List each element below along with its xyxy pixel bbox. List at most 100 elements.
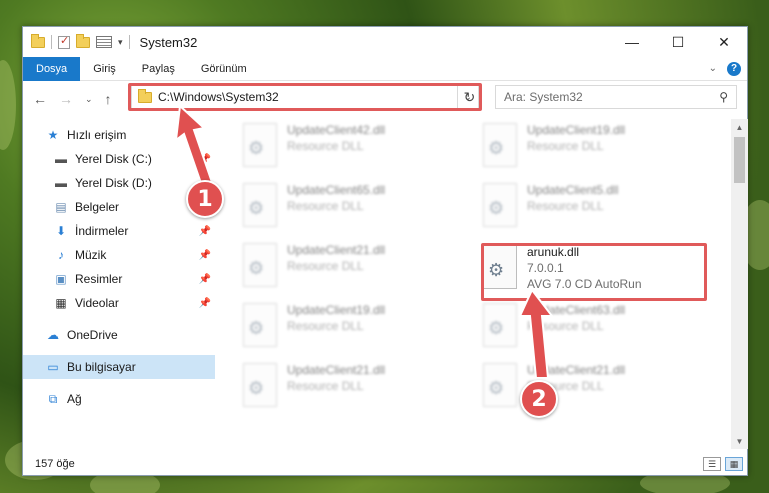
sidebar-item-label: Videolar	[75, 296, 119, 310]
dll-file-icon	[243, 183, 277, 227]
ribbon-tabs: Dosya Giriş Paylaş Görünüm ⌄ ?	[23, 56, 747, 81]
step-badge-1: 1	[186, 180, 224, 218]
sidebar-item-this-pc[interactable]: ▭ Bu bilgisayar	[23, 355, 215, 379]
navigation-pane: ★ Hızlı erişim ▬ Yerel Disk (C:) 📌 ▬ Yer…	[23, 119, 215, 449]
window-title: System32	[139, 34, 198, 50]
dll-file-icon	[483, 183, 517, 227]
step-badge-2: 2	[520, 380, 558, 418]
sidebar-item-label: Müzik	[75, 248, 107, 262]
sidebar-item-videos[interactable]: ▦ Videolar 📌	[23, 291, 215, 315]
sidebar-item-local-disk-c[interactable]: ▬ Yerel Disk (C:) 📌	[23, 147, 215, 171]
file-name: UpdateClient19.dll	[527, 123, 626, 137]
quick-access-toolbar: ▾	[31, 33, 130, 49]
dll-file-icon	[243, 243, 277, 287]
tiles-view-icon[interactable]: ▦	[725, 457, 743, 471]
sidebar-item-music[interactable]: ♪ Müzik 📌	[23, 243, 215, 267]
pin-icon[interactable]: 📌	[199, 274, 211, 285]
sidebar-item-downloads[interactable]: ⬇ İndirmeler 📌	[23, 219, 215, 243]
file-item[interactable]: UpdateClient21.dllResource DLL	[243, 363, 453, 419]
sidebar-item-label: Ağ	[67, 392, 82, 406]
video-icon: ▦	[55, 296, 67, 310]
pin-icon[interactable]: 📌	[199, 250, 211, 261]
file-description: Resource DLL	[527, 319, 604, 333]
new-folder-icon[interactable]	[76, 33, 90, 48]
star-icon: ★	[47, 128, 59, 142]
explorer-window: ▾ System32 — ☐ ✕ Dosya Giriş Paylaş Görü…	[22, 26, 748, 476]
file-item[interactable]: UpdateClient65.dll Resource DLL	[243, 183, 453, 239]
file-highlight-box	[481, 243, 707, 301]
properties-check-icon[interactable]	[58, 34, 70, 49]
file-name: UpdateClient21.dll	[527, 363, 626, 377]
dll-file-icon	[243, 363, 277, 407]
recent-locations-icon[interactable]: ⌄	[85, 94, 93, 105]
download-icon: ⬇	[55, 224, 67, 238]
divider	[128, 35, 130, 49]
sidebar-item-label: Hızlı erişim	[67, 128, 127, 142]
sidebar-item-onedrive[interactable]: ☁ OneDrive	[23, 323, 215, 347]
title-bar: ▾ System32 — ☐ ✕	[23, 27, 747, 57]
file-name: UpdateClient19.dll	[287, 303, 386, 317]
file-description: Resource DLL	[287, 319, 364, 333]
sidebar-item-network[interactable]: ⧉ Ağ	[23, 387, 215, 411]
tab-share[interactable]: Paylaş	[129, 57, 188, 81]
sidebar-item-label: Yerel Disk (C:)	[75, 152, 152, 166]
dll-file-icon	[483, 123, 517, 167]
sidebar-item-label: Yerel Disk (D:)	[75, 176, 152, 190]
search-icon[interactable]: ⚲	[719, 90, 736, 104]
file-description: Resource DLL	[287, 259, 364, 273]
tab-view[interactable]: Görünüm	[188, 57, 260, 81]
sidebar-item-quick-access[interactable]: ★ Hızlı erişim	[23, 123, 215, 147]
qat-dropdown-icon[interactable]: ▾	[118, 37, 123, 48]
cloud-icon: ☁	[47, 328, 59, 342]
expand-ribbon-icon[interactable]: ⌄	[709, 63, 717, 74]
network-icon: ⧉	[48, 391, 58, 406]
pin-icon[interactable]: 📌	[199, 298, 211, 309]
file-item[interactable]: UpdateClient19.dll Resource DLL	[483, 123, 693, 179]
dll-file-icon	[243, 303, 277, 347]
file-name: UpdateClient21.dll	[287, 243, 386, 257]
file-item[interactable]: UpdateClient63.dll Resource DLL	[483, 303, 693, 359]
file-name: UpdateClient63.dll	[527, 303, 626, 317]
scroll-down-icon[interactable]: ▼	[731, 433, 748, 449]
up-arrow-icon[interactable]: ↑	[105, 91, 112, 107]
file-name: UpdateClient21.dll	[287, 363, 386, 377]
drive-icon: ▬	[55, 176, 67, 190]
music-icon: ♪	[58, 248, 64, 262]
file-description: Resource DLL	[527, 139, 604, 153]
forward-arrow-icon[interactable]: →	[59, 91, 73, 107]
item-count: 157 öğe	[35, 458, 75, 470]
status-bar: 157 öğe ☰ ▦	[23, 453, 749, 475]
scrollbar-thumb[interactable]	[734, 137, 745, 183]
pin-icon[interactable]: 📌	[199, 154, 211, 165]
file-item[interactable]: UpdateClient5.dll Resource DLL	[483, 183, 693, 239]
details-view-icon[interactable]: ☰	[703, 457, 721, 471]
picture-icon: ▣	[55, 272, 67, 286]
divider	[51, 35, 52, 49]
back-arrow-icon[interactable]: ←	[33, 91, 47, 107]
help-icon[interactable]: ?	[727, 61, 741, 76]
pin-icon[interactable]: 📌	[199, 226, 211, 237]
scroll-up-icon[interactable]: ▲	[731, 119, 748, 135]
file-item[interactable]: UpdateClient19.dll Resource DLL	[243, 303, 453, 359]
minimize-button[interactable]: —	[609, 27, 655, 57]
customize-toolbar-icon[interactable]	[96, 36, 112, 48]
vertical-scrollbar[interactable]: ▲ ▼	[731, 119, 748, 449]
file-name: UpdateClient65.dll	[287, 183, 386, 197]
address-highlight-box	[128, 83, 482, 111]
document-icon: ▤	[55, 200, 67, 214]
maximize-button[interactable]: ☐	[655, 27, 701, 57]
tab-home[interactable]: Giriş	[80, 57, 129, 81]
file-name: UpdateClient42.dll	[287, 123, 386, 137]
sidebar-item-label: Belgeler	[75, 200, 120, 214]
file-item[interactable]: UpdateClient21.dll Resource DLL	[243, 243, 453, 299]
dll-file-icon	[483, 363, 517, 407]
file-item[interactable]: UpdateClient21.dllResource DLL	[483, 363, 693, 419]
file-item[interactable]: UpdateClient42.dll Resource DLL	[243, 123, 453, 179]
tab-file[interactable]: Dosya	[23, 56, 81, 81]
file-description: Resource DLL	[287, 199, 364, 213]
sidebar-item-pictures[interactable]: ▣ Resimler 📌	[23, 267, 215, 291]
sidebar-item-label: Resimler	[75, 272, 123, 286]
search-input[interactable]: Ara: System32 ⚲	[495, 85, 737, 109]
close-button[interactable]: ✕	[701, 27, 747, 57]
file-description: Resource DLL	[527, 199, 604, 213]
